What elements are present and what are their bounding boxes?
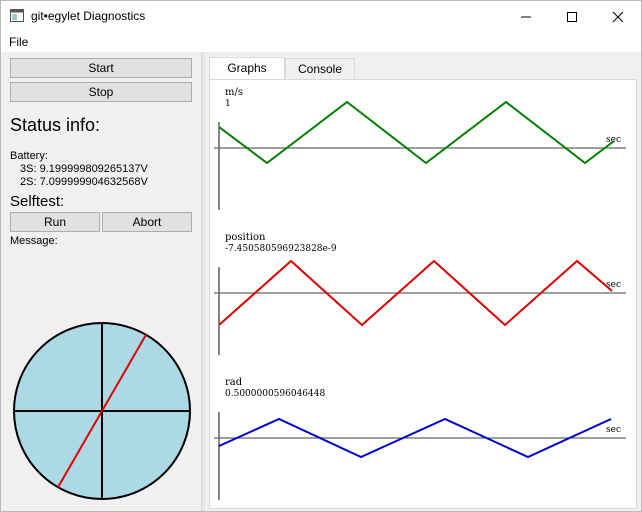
orientation-gauge — [13, 322, 191, 500]
close-button[interactable] — [595, 1, 641, 32]
close-icon — [612, 11, 624, 22]
run-button[interactable]: Run — [10, 212, 100, 232]
tab-console[interactable]: Console — [285, 58, 355, 79]
tab-graphs[interactable]: Graphs — [209, 57, 285, 80]
graph-velocity: m/s 1 sec — [210, 80, 636, 220]
start-button[interactable]: Start — [10, 58, 192, 78]
battery-2s-value: 2S: 7.099999904632568V — [20, 176, 148, 188]
message-label: Message: — [10, 235, 58, 247]
minimize-button[interactable] — [503, 1, 549, 32]
abort-button[interactable]: Abort — [102, 212, 192, 232]
menu-file[interactable]: File — [9, 35, 28, 49]
maximize-icon — [567, 11, 577, 22]
right-panel: Graphs Console m/s 1 sec position -7.450… — [205, 52, 641, 511]
app-window: git•egylet Diagnostics File Start Stop S… — [0, 0, 642, 512]
graph-angle: rad 0.5000000596046448 sec — [210, 370, 636, 510]
minimize-icon — [521, 16, 531, 17]
graph-series-line — [218, 100, 615, 165]
app-icon — [10, 9, 24, 22]
title-bar[interactable]: git•egylet Diagnostics — [1, 1, 641, 32]
left-panel: Start Stop Status info: Battery: 3S: 9.1… — [1, 52, 201, 511]
selftest-heading: Selftest: — [10, 193, 65, 210]
maximize-button[interactable] — [549, 1, 595, 32]
stop-button[interactable]: Stop — [10, 82, 192, 102]
battery-3s-value: 3S: 9.199999809265137V — [20, 163, 148, 175]
graphs-pane: m/s 1 sec position -7.450580596923828e-9… — [209, 79, 637, 509]
window-title: git•egylet Diagnostics — [31, 9, 146, 23]
status-heading: Status info: — [10, 115, 101, 135]
battery-label: Battery: — [10, 150, 48, 162]
menu-bar: File — [1, 32, 641, 52]
graph-position: position -7.450580596923828e-9 sec — [210, 225, 636, 365]
